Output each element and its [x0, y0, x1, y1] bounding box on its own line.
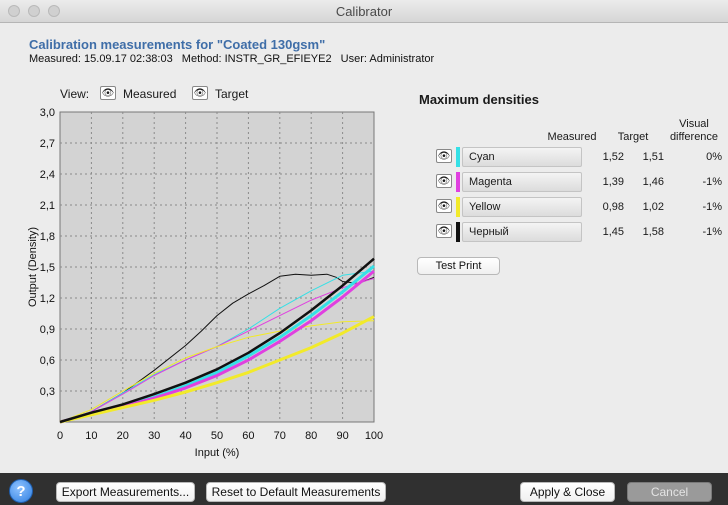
page-title: Calibration measurements for "Coated 130… — [29, 37, 326, 52]
view-measured-label: Measured — [123, 87, 177, 101]
eye-icon: 👁 — [437, 176, 451, 187]
target-value: 1,58 — [642, 226, 664, 238]
color-name-button[interactable]: Cyan — [462, 147, 582, 167]
x-tick-label: 40 — [179, 430, 191, 442]
x-tick-label: 50 — [211, 430, 223, 442]
col-measured-header: Measured — [547, 131, 597, 143]
eye-icon: 👁 — [437, 151, 451, 162]
target-value: 1,51 — [642, 151, 664, 163]
reset-default-button[interactable]: Reset to Default Measurements — [206, 482, 386, 502]
x-tick-label: 90 — [336, 430, 348, 442]
visual-diff-value: 0% — [706, 151, 722, 163]
density-chart: 0 10 20 30 40 50 60 70 80 90 100 0,3 0,6 0,9 1,2 1,5 1,8… — [27, 107, 383, 459]
visual-diff-value: -1% — [702, 201, 722, 213]
cancel-button[interactable]: Cancel — [627, 482, 712, 502]
color-name-button[interactable]: Magenta — [462, 172, 582, 192]
eye-icon: 👁 — [437, 201, 451, 212]
col-visual-header-1: Visual — [679, 118, 709, 130]
y-tick-label: 2,7 — [40, 138, 55, 150]
view-label: View: — [60, 87, 90, 101]
test-print-button[interactable]: Test Print — [417, 257, 500, 275]
x-tick-label: 0 — [57, 430, 63, 442]
measured-value: 0,98 — [602, 201, 624, 213]
target-value: 1,46 — [642, 176, 664, 188]
color-name-button[interactable]: Yellow — [462, 197, 582, 217]
view-target-label: Target — [215, 87, 249, 101]
row-visibility-toggle[interactable]: 👁 — [436, 224, 452, 238]
color-name-button[interactable]: Черный — [462, 222, 582, 242]
densities-title: Maximum densities — [419, 92, 539, 107]
row-visibility-toggle[interactable]: 👁 — [436, 199, 452, 213]
eye-icon: 👁 — [193, 88, 207, 99]
row-visibility-toggle[interactable]: 👁 — [436, 149, 452, 163]
x-tick-label: 60 — [242, 430, 254, 442]
color-swatch — [456, 222, 460, 242]
measurement-meta: Measured: 15.09.17 02:38:03 Method: INST… — [29, 53, 440, 65]
title-bar: Calibrator — [0, 0, 728, 23]
x-tick-label: 20 — [117, 430, 129, 442]
export-measurements-button[interactable]: Export Measurements... — [56, 482, 195, 502]
measured-value: 1,52 — [602, 151, 624, 163]
col-visual-header-2: difference — [669, 131, 719, 143]
user-text: User: Administrator — [340, 53, 435, 65]
y-tick-label: 1,2 — [40, 293, 55, 305]
visual-diff-value: -1% — [702, 176, 722, 188]
target-value: 1,02 — [642, 201, 664, 213]
apply-close-button[interactable]: Apply & Close — [520, 482, 615, 502]
measured-value: 1,45 — [602, 226, 624, 238]
y-tick-label: 2,1 — [40, 200, 55, 212]
measured-date: Measured: 15.09.17 02:38:03 — [29, 53, 173, 65]
x-tick-label: 80 — [305, 430, 317, 442]
y-tick-label: 3,0 — [40, 107, 55, 119]
color-swatch — [456, 197, 460, 217]
method-text: Method: INSTR_GR_EFIEYE2 — [181, 53, 332, 65]
help-icon[interactable]: ? — [9, 479, 33, 503]
row-visibility-toggle[interactable]: 👁 — [436, 174, 452, 188]
x-tick-label: 70 — [274, 430, 286, 442]
col-target-header: Target — [617, 131, 649, 143]
color-swatch — [456, 147, 460, 167]
measured-value: 1,39 — [602, 176, 624, 188]
x-tick-label: 100 — [365, 430, 383, 442]
y-tick-label: 1,8 — [40, 231, 55, 243]
y-tick-label: 0,9 — [40, 324, 55, 336]
view-measured-toggle[interactable]: 👁 — [100, 86, 116, 100]
x-tick-label: 10 — [85, 430, 97, 442]
eye-icon: 👁 — [437, 226, 451, 237]
x-tick-label: 30 — [148, 430, 160, 442]
y-tick-label: 2,4 — [40, 169, 55, 181]
window-title: Calibrator — [335, 4, 393, 19]
visual-diff-value: -1% — [702, 226, 722, 238]
view-target-toggle[interactable]: 👁 — [192, 86, 208, 100]
y-tick-label: 0,3 — [40, 386, 55, 398]
x-axis-label: Input (%) — [195, 447, 240, 459]
y-tick-label: 1,5 — [40, 262, 55, 274]
color-swatch — [456, 172, 460, 192]
y-tick-label: 0,6 — [40, 355, 55, 367]
y-axis-label: Output (Density) — [27, 227, 39, 307]
eye-icon: 👁 — [101, 88, 115, 99]
